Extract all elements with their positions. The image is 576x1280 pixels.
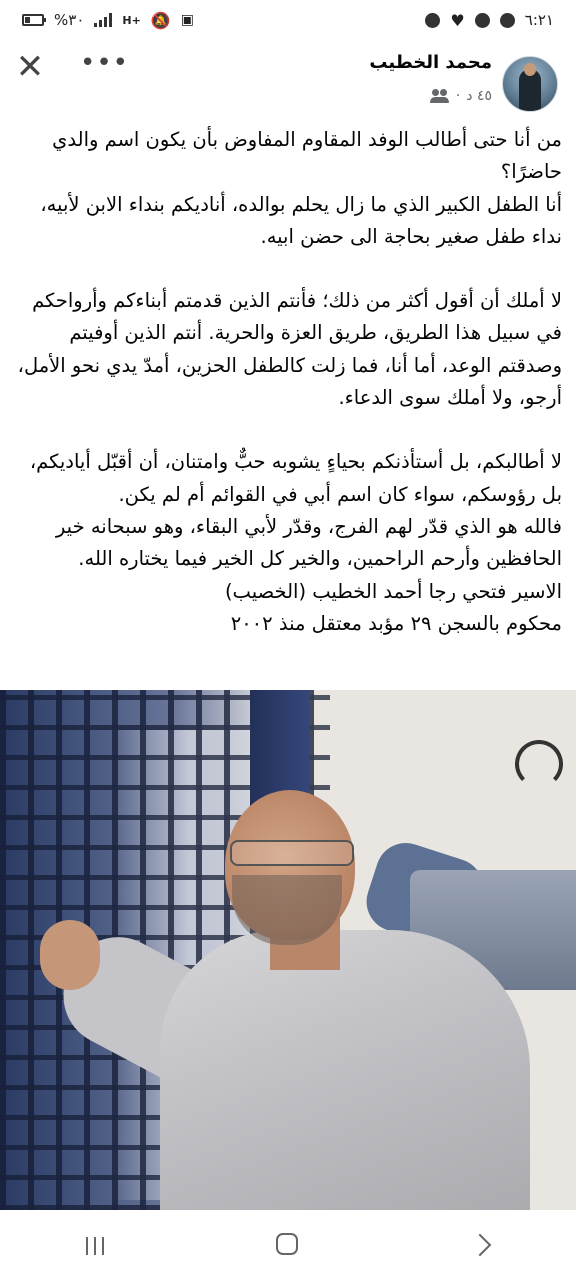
paragraph: لا أطالبكم، بل أستأذنكم بحياءٍ يشوبه حبٌ… (29, 450, 562, 506)
recent-apps-button[interactable] (66, 1225, 126, 1265)
back-icon (468, 1233, 492, 1257)
mute-icon: 🔕 (150, 10, 171, 30)
paragraph: من أنا حتى أطالب الوفد المقاوم المفاوض ب… (52, 128, 562, 184)
battery-percent: %٣٠ (54, 11, 85, 29)
post-text: من أنا حتى أطالب الوفد المقاوم المفاوض ب… (14, 124, 562, 640)
status-bar: %٣٠ H+ 🔕 ▣ ♥ ٦:٢١ (0, 0, 576, 40)
lock-icon: ▣ (180, 12, 194, 28)
app-notification-icon (425, 12, 441, 28)
notification-icon (499, 12, 515, 28)
paragraph: فالله هو الذي قدّر لهم الفرج، وقدّر لأبي… (55, 514, 562, 571)
more-options-button[interactable]: ••• (80, 50, 128, 82)
post-meta: · ٤٥ د (429, 88, 492, 104)
post-time[interactable]: ٤٥ د (466, 88, 492, 104)
signal-icon (94, 13, 113, 27)
paragraph: الاسير فتحي رجا أحمد الخطيب (الخصيب) (224, 579, 562, 603)
friends-icon (429, 89, 450, 103)
more-icon: ••• (80, 48, 130, 78)
home-button[interactable] (258, 1225, 318, 1265)
post-photo[interactable] (0, 690, 576, 1210)
avatar[interactable] (502, 56, 558, 112)
messenger-icon (474, 12, 490, 28)
post-header: ✕ ••• محمد الخطيب · ٤٥ د (0, 44, 576, 122)
system-nav-bar (0, 1210, 576, 1280)
battery-icon (22, 14, 46, 26)
close-button[interactable]: ✕ (14, 50, 46, 84)
home-icon (276, 1233, 298, 1255)
status-left: %٣٠ H+ 🔕 ▣ (22, 11, 194, 30)
headphones (515, 740, 563, 788)
person-shirt (160, 930, 530, 1210)
paragraph: لا أملك أن أقول أكثر من ذلك؛ فأنتم الذين… (17, 289, 562, 410)
close-icon: ✕ (15, 47, 45, 87)
heart-icon: ♥ (450, 10, 465, 30)
glasses (230, 840, 354, 866)
clock: ٦:٢١ (524, 11, 554, 29)
paragraph: أنا الطفل الكبير الذي ما زال يحلم بوالده… (40, 192, 562, 248)
avatar-head (524, 63, 536, 76)
paragraph: محكوم بالسجن ٢٩ مؤبد معتقل منذ ٢٠٠٢ (230, 611, 562, 635)
author-name[interactable]: محمد الخطيب (369, 52, 492, 73)
network-type: H+ (122, 13, 141, 27)
meta-separator: · (455, 88, 461, 104)
back-button[interactable] (450, 1225, 510, 1265)
status-right: ♥ ٦:٢١ (425, 11, 554, 30)
